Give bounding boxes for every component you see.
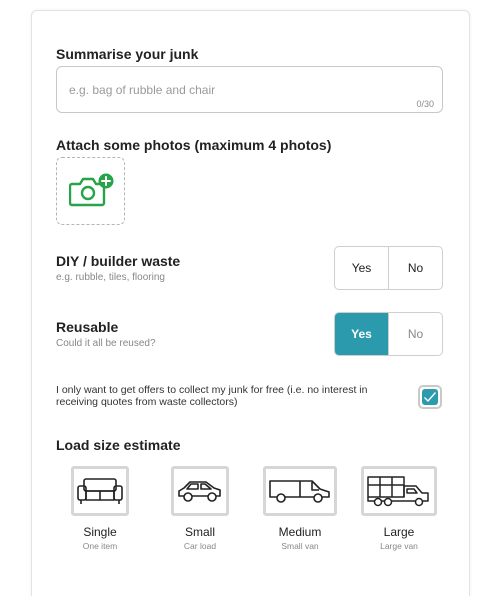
van-icon: [269, 480, 330, 503]
reusable-label: Reusable: [56, 319, 119, 335]
load-size-single-button[interactable]: [71, 466, 129, 516]
camera-plus-icon: [69, 173, 114, 207]
add-photo-button[interactable]: [56, 157, 125, 225]
sofa-icon: [77, 478, 123, 504]
load-size-large-sub: Large van: [380, 541, 418, 551]
load-size-option-single[interactable]: Single One item: [60, 466, 140, 551]
diy-label: DIY / builder waste: [56, 253, 181, 269]
summary-placeholder: e.g. bag of rubble and chair: [69, 83, 216, 97]
summary-input[interactable]: e.g. bag of rubble and chair 0/30: [56, 66, 443, 113]
load-size-option-medium[interactable]: Medium Small van: [260, 466, 340, 551]
checkmark-icon: [424, 392, 437, 403]
load-size-medium-name: Medium: [278, 525, 322, 539]
load-size-option-small[interactable]: Small Car load: [160, 466, 240, 551]
junk-form-card: Summarise your junk e.g. bag of rubble a…: [31, 10, 470, 596]
load-size-large-button[interactable]: [361, 466, 437, 516]
free-offer-text: I only want to get offers to collect my …: [56, 384, 368, 408]
load-size-medium-button[interactable]: [263, 466, 337, 516]
reusable-no-button[interactable]: No: [388, 313, 442, 355]
reusable-yes-button[interactable]: Yes: [335, 313, 388, 355]
diy-hint: e.g. rubble, tiles, flooring: [56, 272, 165, 283]
summary-char-counter: 0/30: [416, 99, 434, 109]
truck-icon: [367, 476, 429, 507]
load-size-large-name: Large: [383, 525, 415, 539]
diy-no-button[interactable]: No: [388, 247, 442, 289]
diy-toggle: Yes No: [334, 246, 443, 290]
free-offer-checkbox[interactable]: [418, 385, 442, 409]
reusable-toggle: Yes No: [334, 312, 443, 356]
load-size-single-name: Single: [83, 525, 117, 539]
diy-yes-button[interactable]: Yes: [335, 247, 388, 289]
load-size-single-sub: One item: [82, 541, 118, 551]
load-size-small-name: Small: [184, 525, 215, 539]
load-size-small-button[interactable]: [171, 466, 229, 516]
load-size-label: Load size estimate: [56, 437, 181, 453]
summary-label: Summarise your junk: [56, 46, 199, 62]
reusable-hint: Could it all be reused?: [56, 338, 156, 349]
photos-label: Attach some photos (maximum 4 photos): [56, 137, 332, 153]
load-size-option-large[interactable]: Large Large van: [359, 466, 439, 551]
car-icon: [178, 481, 221, 502]
load-size-small-sub: Car load: [183, 541, 217, 551]
load-size-medium-sub: Small van: [281, 541, 319, 551]
